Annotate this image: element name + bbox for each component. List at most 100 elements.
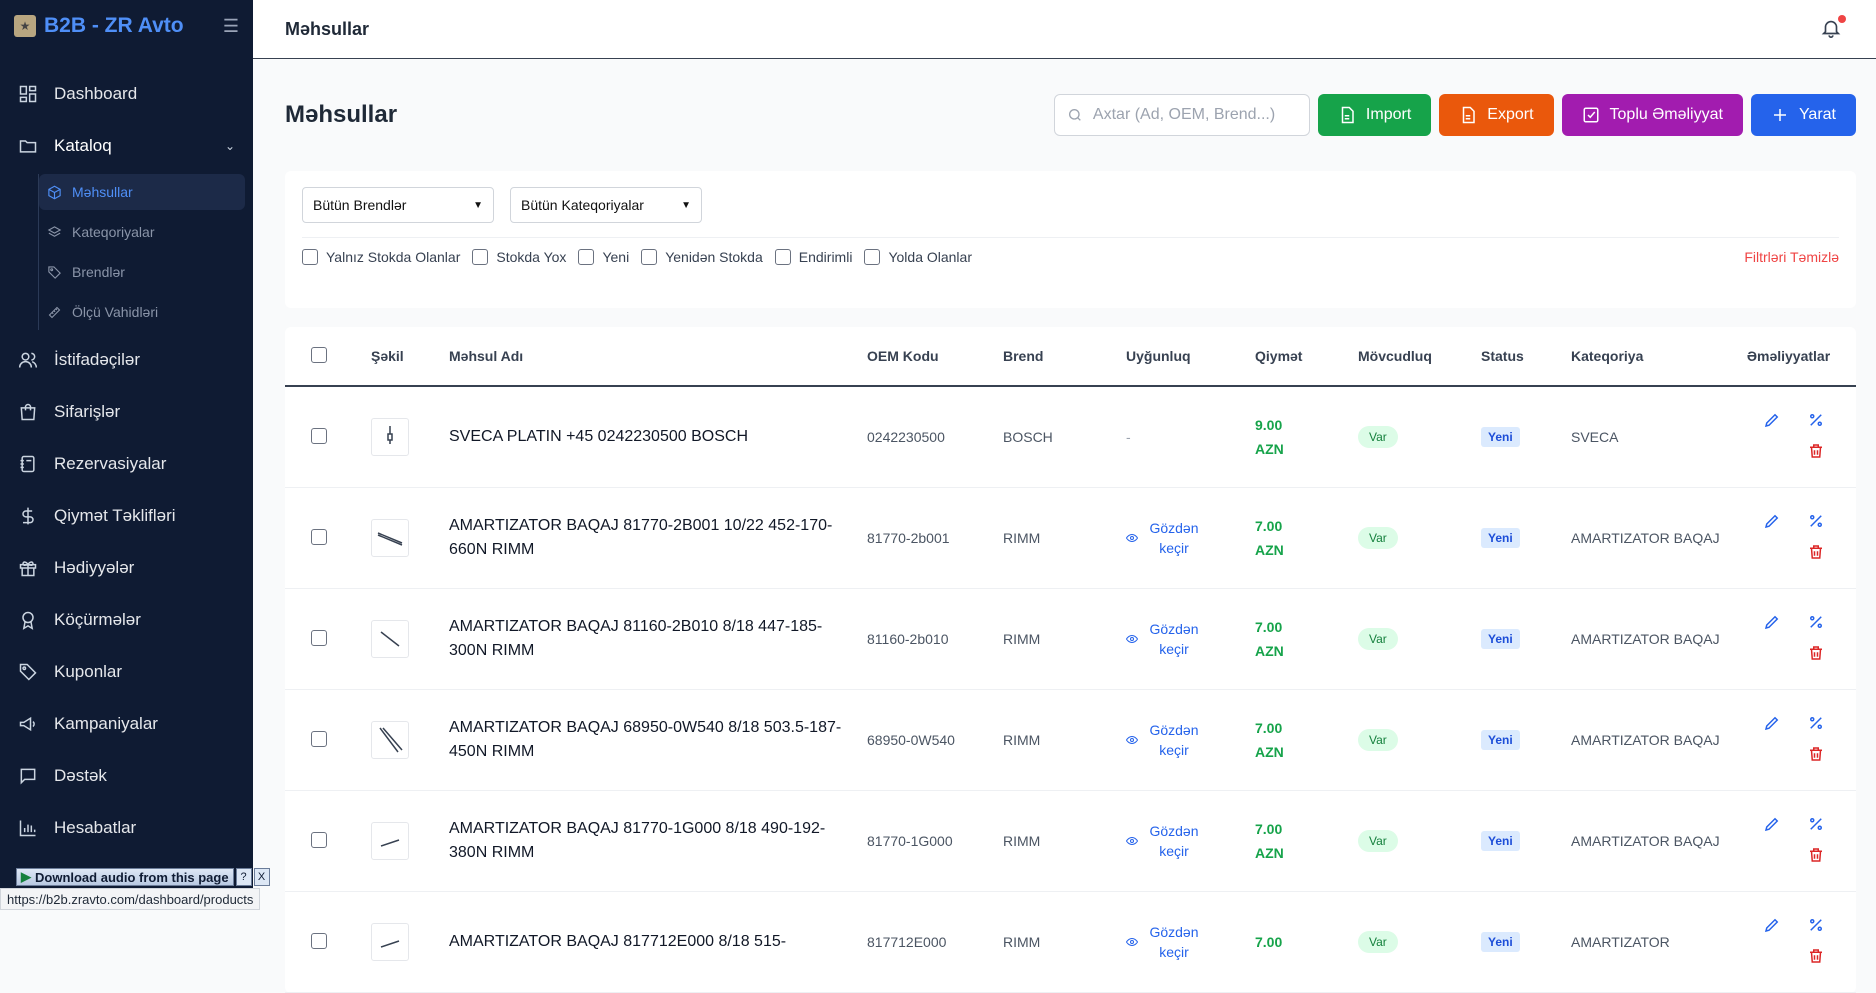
sidebar-item-products[interactable]: Məhsullar	[39, 174, 245, 210]
close-button[interactable]: X	[254, 868, 270, 886]
help-button[interactable]: ?	[236, 868, 252, 886]
discount-button[interactable]	[1796, 411, 1836, 432]
eye-icon	[1126, 633, 1138, 645]
row-checkbox[interactable]	[311, 630, 327, 646]
table-row[interactable]: SVECA PLATIN +45 0242230500 BOSCH 024223…	[285, 387, 1856, 488]
delete-button[interactable]	[1796, 947, 1836, 968]
brand-select[interactable]: Bütün Brendlər▼	[302, 187, 494, 223]
table-row[interactable]: AMARTIZATOR BAQAJ 68950-0W540 8/18 503.5…	[285, 690, 1856, 791]
product-thumbnail[interactable]	[371, 822, 409, 860]
sidebar-item-categories[interactable]: Kateqoriyalar	[39, 214, 245, 250]
checkbox[interactable]	[578, 249, 594, 265]
layers-icon	[47, 225, 62, 240]
topbar: Məhsullar	[253, 0, 1876, 59]
table-row[interactable]: AMARTIZATOR BAQAJ 81770-2B001 10/22 452-…	[285, 488, 1856, 589]
discount-button[interactable]	[1796, 512, 1836, 533]
row-checkbox[interactable]	[311, 832, 327, 848]
sidebar-item-gifts[interactable]: Hədiyyələr	[0, 542, 253, 594]
edit-button[interactable]	[1752, 613, 1792, 634]
view-compat-link[interactable]: Gözdən keçir	[1126, 922, 1255, 962]
filter-in-stock[interactable]: Yalnız Stokda Olanlar	[302, 249, 460, 265]
pencil-icon	[1763, 512, 1781, 530]
edit-button[interactable]	[1752, 916, 1792, 937]
checkbox[interactable]	[302, 249, 318, 265]
sidebar-item-transfers[interactable]: Köçürmələr	[0, 594, 253, 646]
hamburger-icon[interactable]: ☰	[223, 16, 239, 37]
edit-button[interactable]	[1752, 815, 1792, 836]
delete-button[interactable]	[1796, 745, 1836, 766]
filter-new[interactable]: Yeni	[578, 249, 629, 265]
logo-icon: ★	[14, 15, 36, 37]
product-thumbnail[interactable]	[371, 923, 409, 961]
sidebar-item-support[interactable]: Dəstək	[0, 750, 253, 802]
product-thumbnail[interactable]	[371, 620, 409, 658]
select-all-checkbox[interactable]	[311, 347, 327, 363]
row-checkbox[interactable]	[311, 933, 327, 949]
discount-button[interactable]	[1796, 815, 1836, 836]
view-compat-link[interactable]: Gözdən keçir	[1126, 821, 1255, 861]
import-button[interactable]: Import	[1318, 94, 1431, 136]
eye-icon	[1126, 835, 1138, 847]
product-name[interactable]: AMARTIZATOR BAQAJ 81160-2B010 8/18 447-1…	[449, 615, 867, 663]
sidebar-item-quotes[interactable]: Qiymət Təklifləri	[0, 490, 253, 542]
product-thumbnail[interactable]	[371, 721, 409, 759]
checkbox[interactable]	[775, 249, 791, 265]
sidebar-item-reports[interactable]: Hesabatlar	[0, 802, 253, 854]
table-row[interactable]: AMARTIZATOR BAQAJ 81770-1G000 8/18 490-1…	[285, 791, 1856, 892]
sidebar-item-orders[interactable]: Sifarişlər	[0, 386, 253, 438]
discount-button[interactable]	[1796, 916, 1836, 937]
delete-button[interactable]	[1796, 846, 1836, 867]
filter-discounted[interactable]: Endirimli	[775, 249, 853, 265]
sidebar-item-brands[interactable]: Brendlər	[39, 254, 245, 290]
delete-button[interactable]	[1796, 442, 1836, 463]
view-compat-link[interactable]: Gözdən keçir	[1126, 720, 1255, 760]
row-checkbox[interactable]	[311, 428, 327, 444]
discount-button[interactable]	[1796, 714, 1836, 735]
filter-restocked[interactable]: Yenidən Stokda	[641, 249, 763, 265]
export-button[interactable]: Export	[1439, 94, 1553, 136]
table-row[interactable]: AMARTIZATOR BAQAJ 817712E000 8/18 515- 8…	[285, 892, 1856, 993]
sidebar-item-reservations[interactable]: Rezervasiyalar	[0, 438, 253, 490]
table-header: Şəkil Məhsul Adı OEM Kodu Brend Uyğunluq…	[285, 327, 1856, 387]
sidebar-item-catalog[interactable]: Kataloq ⌄	[0, 120, 253, 172]
checkbox[interactable]	[864, 249, 880, 265]
download-audio-button[interactable]: ▶Download audio from this page	[16, 868, 234, 886]
view-compat-link[interactable]: Gözdən keçir	[1126, 518, 1255, 558]
product-name[interactable]: AMARTIZATOR BAQAJ 81770-2B001 10/22 452-…	[449, 514, 867, 562]
sidebar-item-dashboard[interactable]: Dashboard	[0, 68, 253, 120]
table-row[interactable]: AMARTIZATOR BAQAJ 81160-2B010 8/18 447-1…	[285, 589, 1856, 690]
product-thumbnail[interactable]	[371, 519, 409, 557]
clear-filters-link[interactable]: Filtrləri Təmizlə	[1744, 249, 1839, 265]
product-name[interactable]: SVECA PLATIN +45 0242230500 BOSCH	[449, 425, 867, 449]
sidebar-item-users[interactable]: İstifadəçilər	[0, 334, 253, 386]
category-select[interactable]: Bütün Kateqoriyalar▼	[510, 187, 702, 223]
edit-button[interactable]	[1752, 411, 1792, 432]
view-compat-link[interactable]: Gözdən keçir	[1126, 619, 1255, 659]
category-name: AMARTIZATOR BAQAJ	[1571, 528, 1721, 548]
create-button[interactable]: Yarat	[1751, 94, 1856, 136]
checkbox[interactable]	[641, 249, 657, 265]
product-name[interactable]: AMARTIZATOR BAQAJ 817712E000 8/18 515-	[449, 930, 867, 954]
discount-button[interactable]	[1796, 613, 1836, 634]
stock-badge: Var	[1358, 628, 1398, 650]
checkbox[interactable]	[472, 249, 488, 265]
category-name: AMARTIZATOR	[1571, 932, 1721, 952]
sidebar-item-campaigns[interactable]: Kampaniyalar	[0, 698, 253, 750]
delete-button[interactable]	[1796, 644, 1836, 665]
sidebar-item-units[interactable]: Ölçü Vahidləri	[39, 294, 245, 330]
delete-button[interactable]	[1796, 543, 1836, 564]
notification-bell[interactable]	[1820, 17, 1844, 41]
edit-button[interactable]	[1752, 714, 1792, 735]
row-checkbox[interactable]	[311, 731, 327, 747]
product-thumbnail[interactable]	[371, 418, 409, 456]
filter-out-of-stock[interactable]: Stokda Yox	[472, 249, 566, 265]
filter-in-transit[interactable]: Yolda Olanlar	[864, 249, 972, 265]
edit-button[interactable]	[1752, 512, 1792, 533]
product-name[interactable]: AMARTIZATOR BAQAJ 68950-0W540 8/18 503.5…	[449, 716, 867, 764]
bulk-action-button[interactable]: Toplu Əməliyyat	[1562, 94, 1743, 136]
search-input[interactable]: Axtar (Ad, OEM, Brend...)	[1054, 94, 1310, 136]
sidebar-item-coupons[interactable]: Kuponlar	[0, 646, 253, 698]
row-checkbox[interactable]	[311, 529, 327, 545]
product-name[interactable]: AMARTIZATOR BAQAJ 81770-1G000 8/18 490-1…	[449, 817, 867, 865]
status-badge: Yeni	[1481, 730, 1520, 750]
